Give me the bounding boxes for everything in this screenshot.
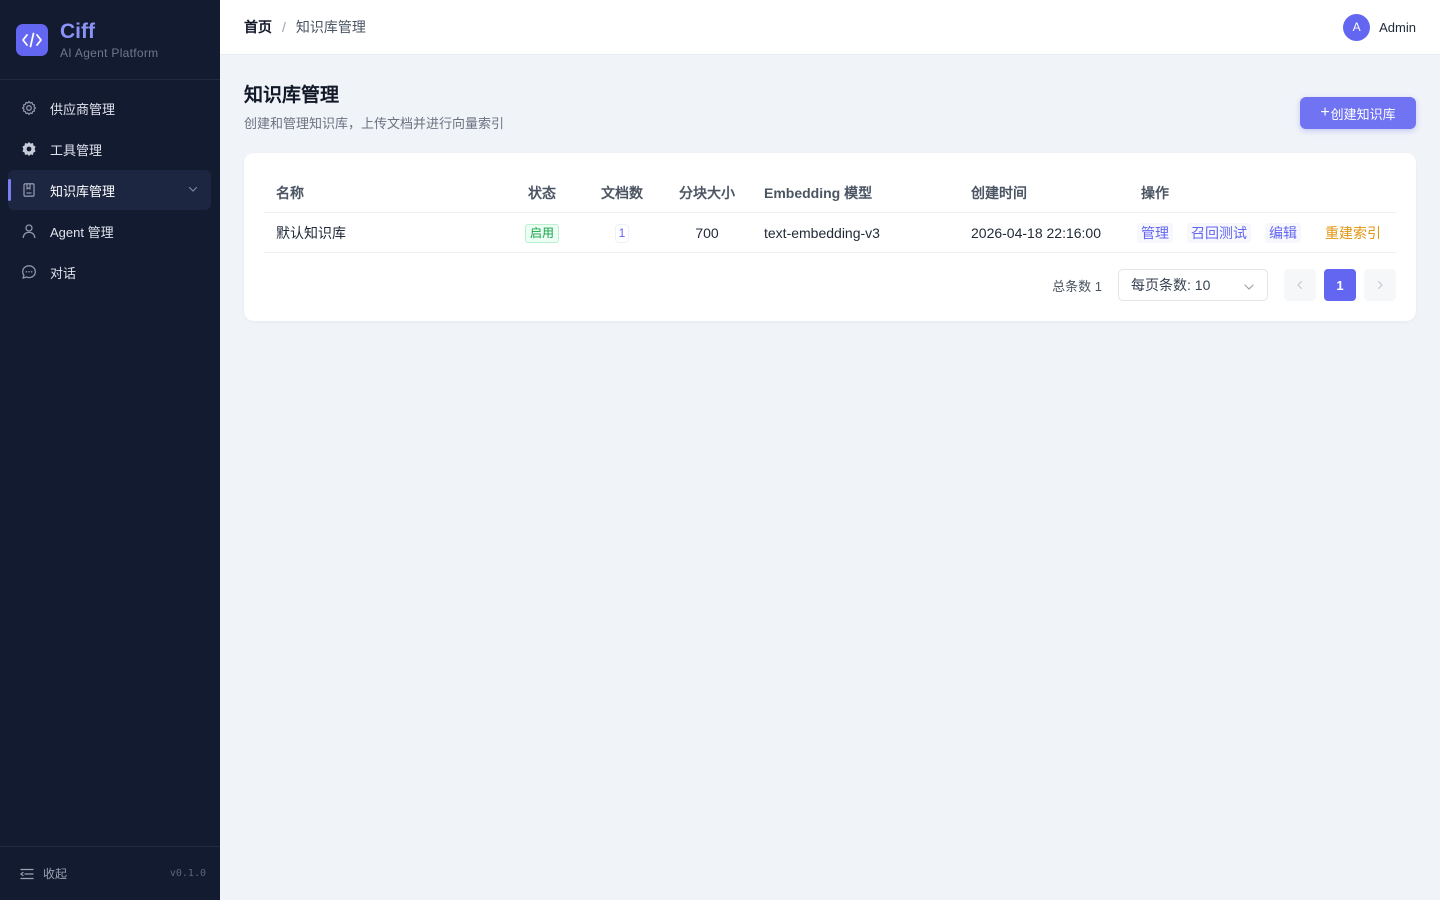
menu-fold-icon <box>20 868 34 880</box>
row-status: 启用 <box>502 213 582 253</box>
chevron-down-icon[interactable] <box>187 183 199 198</box>
code-logo-icon <box>16 23 48 56</box>
version-label: v0.1.0 <box>169 868 206 879</box>
row-doc-count: 1 <box>582 213 662 253</box>
total-count: 总条数 1 <box>1052 278 1102 294</box>
chevron-right-icon <box>1377 280 1383 290</box>
top-header: 首页 / 知识库管理 A Admin <box>220 0 1440 55</box>
breadcrumb-current: 知识库管理 <box>295 19 366 35</box>
page-title: 知识库管理 <box>244 85 340 106</box>
manage-link[interactable]: 管理 <box>1137 223 1173 243</box>
column-header-actions: 操作 <box>1141 185 1169 201</box>
sidebar-item-agent[interactable]: Agent 管理 <box>8 211 211 251</box>
doc-count-badge: 1 <box>614 223 630 243</box>
sidebar-nav: 供应商管理 工具管理 知识库管理 Agent 管理 对话 <box>0 80 220 292</box>
user-name: Admin <box>1379 19 1416 35</box>
edit-link[interactable]: 编辑 <box>1265 223 1301 243</box>
breadcrumb: 首页 / 知识库管理 <box>244 17 366 37</box>
page-size-select[interactable]: 每页条数: 10 <box>1118 269 1268 301</box>
user-icon <box>20 222 38 240</box>
book-icon <box>20 181 38 199</box>
puzzle-icon <box>20 140 38 158</box>
row-model: text-embedding-v3 <box>764 225 880 241</box>
collapse-button[interactable]: 收起 <box>20 865 67 882</box>
table-header: 名称 状态 文档数 分块大小 Embedding 模型 创建时间 操作 <box>264 173 1396 213</box>
sidebar-item-providers[interactable]: 供应商管理 <box>8 88 211 128</box>
column-header-created-at[interactable]: 创建时间 <box>971 173 1027 213</box>
row-created-at: 2026-04-18 22:16:00 <box>971 225 1101 241</box>
sidebar-item-label: Agent 管理 <box>50 224 114 240</box>
row-actions: 管理 召回测试 编辑 重建索引 <box>1137 213 1385 253</box>
chat-icon <box>20 263 38 281</box>
page-number-current[interactable]: 1 <box>1324 269 1356 301</box>
avatar: A <box>1343 13 1371 41</box>
sidebar-item-chat[interactable]: 对话 <box>8 252 211 292</box>
sidebar-footer: 收起 v0.1.0 <box>0 846 220 900</box>
sidebar-item-tools[interactable]: 工具管理 <box>8 129 211 169</box>
breadcrumb-separator: / <box>282 19 286 35</box>
column-header-status[interactable]: 状态 <box>502 173 582 213</box>
page-header: 知识库管理 创建和管理知识库，上传文档并进行向量索引 <box>244 80 504 132</box>
column-header-model[interactable]: Embedding 模型 <box>764 173 872 213</box>
sidebar: Ciff AI Agent Platform 供应商管理 工具管理 知识库管理 <box>0 0 220 900</box>
table-row: 默认知识库 启用 1 700 text-embedding-v3 2026-04… <box>264 213 1396 253</box>
row-name: 默认知识库 <box>276 225 346 241</box>
chevron-down-icon <box>1243 280 1255 296</box>
column-header-chunk-size[interactable]: 分块大小 <box>662 173 752 213</box>
page-description: 创建和管理知识库，上传文档并进行向量索引 <box>244 116 505 131</box>
brand-name: Ciff <box>60 19 95 43</box>
sidebar-item-label: 对话 <box>50 265 77 281</box>
sidebar-item-label: 工具管理 <box>50 142 103 158</box>
next-page-button[interactable] <box>1364 269 1396 301</box>
knowledge-base-card: 名称 状态 文档数 分块大小 Embedding 模型 创建时间 操作 默认知识… <box>244 153 1416 321</box>
prev-page-button[interactable] <box>1284 269 1316 301</box>
create-knowledge-base-button[interactable]: + 创建知识库 <box>1300 97 1416 129</box>
create-button-label: 创建知识库 <box>1330 106 1396 122</box>
collapse-label: 收起 <box>43 867 68 881</box>
column-header-doc-count[interactable]: 文档数 <box>582 173 662 213</box>
plus-icon: + <box>1320 104 1330 121</box>
knowledge-base-table: 名称 状态 文档数 分块大小 Embedding 模型 创建时间 操作 默认知识… <box>264 173 1396 253</box>
chevron-left-icon <box>1297 280 1303 290</box>
recall-test-link[interactable]: 召回测试 <box>1187 223 1251 243</box>
gear-icon <box>20 99 38 117</box>
pagination: 总条数 1 每页条数: 10 1 <box>1052 269 1396 301</box>
row-chunk-size: 700 <box>695 225 719 241</box>
column-header-name[interactable]: 名称 <box>276 173 304 213</box>
brand[interactable]: Ciff AI Agent Platform <box>0 0 220 80</box>
sidebar-item-label: 供应商管理 <box>50 101 116 117</box>
rebuild-index-link[interactable]: 重建索引 <box>1321 223 1385 243</box>
status-badge: 启用 <box>524 223 559 243</box>
sidebar-item-label: 知识库管理 <box>50 183 116 199</box>
breadcrumb-home[interactable]: 首页 <box>244 17 272 37</box>
user-menu[interactable]: A Admin <box>1343 13 1416 41</box>
sidebar-item-knowledge[interactable]: 知识库管理 <box>8 170 211 210</box>
brand-subtitle: AI Agent Platform <box>60 45 159 60</box>
page-size-value: 每页条数: 10 <box>1131 277 1211 293</box>
